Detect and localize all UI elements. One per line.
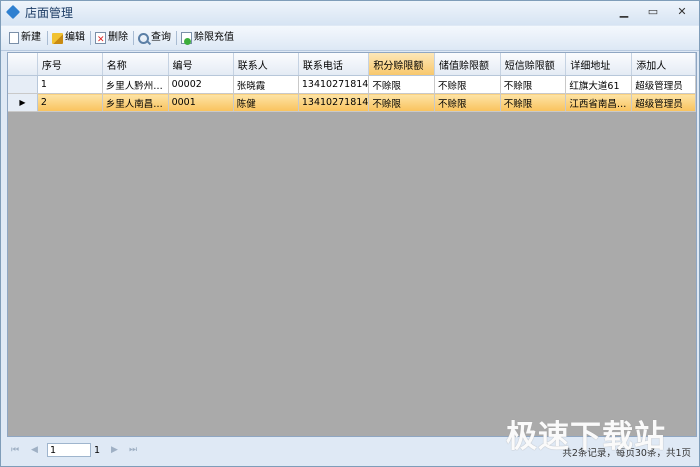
column-header[interactable]: 积分赊限额	[368, 53, 436, 76]
table-cell[interactable]: 不赊限	[434, 93, 501, 112]
row-indicator[interactable]	[8, 75, 38, 94]
table-cell[interactable]: 乡里人黔州…	[102, 75, 169, 94]
table-cell[interactable]: 1	[37, 75, 103, 94]
column-header[interactable]: 储值赊限额	[434, 53, 501, 76]
table-row[interactable]: 1 乡里人黔州… 00002 张晓霞 13410271814 不赊限 不赊限 不…	[8, 75, 696, 94]
delete-icon	[95, 31, 106, 49]
edit-button[interactable]: 编辑	[52, 29, 85, 47]
column-header[interactable]: 详细地址	[565, 53, 633, 76]
table-cell[interactable]: 2	[37, 93, 103, 112]
title-bar: 店面管理 ▁ ▭ ✕	[1, 1, 699, 25]
prev-page-icon[interactable]: ◀	[31, 445, 38, 455]
total-pages: 1	[94, 445, 101, 456]
toolbar-separator	[176, 31, 177, 45]
credit-recharge-button[interactable]: 赊限充值	[181, 29, 234, 47]
new-button[interactable]: 新建	[9, 29, 41, 47]
store-data-grid[interactable]: 序号 名称 编号 联系人 联系电话 积分赊限额 储值赊限额 短信赊限额 详细地址…	[7, 52, 697, 437]
selected-row-arrow-icon[interactable]: ▶	[8, 93, 38, 112]
column-header[interactable]: 联系人	[233, 53, 299, 76]
new-file-icon	[9, 32, 19, 44]
main-window: 店面管理 ▁ ▭ ✕ 新建 编辑 删除 查询 赊限充值	[0, 0, 700, 467]
delete-button[interactable]: 删除	[95, 29, 128, 49]
delete-button-label: 删除	[108, 32, 128, 43]
column-header[interactable]: 联系电话	[298, 53, 370, 76]
column-header[interactable]: 添加人	[631, 53, 696, 76]
table-row-selected[interactable]: ▶ 2 乡里人南昌… 0001 陈健 13410271814 不赊限 不赊限 不…	[8, 93, 696, 112]
recharge-icon	[181, 32, 192, 45]
table-cell[interactable]: 超级管理员	[631, 93, 696, 112]
table-cell[interactable]: 不赊限	[434, 75, 501, 94]
new-button-label: 新建	[21, 32, 41, 43]
table-cell[interactable]: 13410271814	[298, 75, 370, 94]
query-button[interactable]: 查询	[138, 29, 171, 47]
table-cell[interactable]: 13410271814	[298, 93, 370, 112]
search-icon	[138, 32, 149, 44]
minimize-button[interactable]: ▁	[615, 4, 633, 20]
column-header[interactable]: 编号	[168, 53, 234, 76]
header-row: 序号 名称 编号 联系人 联系电话 积分赊限额 储值赊限额 短信赊限额 详细地址…	[8, 53, 696, 76]
last-page-icon[interactable]: ⏭	[129, 445, 137, 455]
column-header[interactable]: 短信赊限额	[500, 53, 567, 76]
table-cell[interactable]: 不赊限	[368, 75, 436, 94]
table-cell[interactable]: 0001	[168, 93, 234, 112]
table-cell[interactable]: 江西省南昌…	[565, 93, 633, 112]
toolbar-separator	[90, 31, 91, 45]
site-watermark: 极速下载站	[506, 419, 666, 455]
row-header-corner	[8, 53, 38, 76]
table-cell[interactable]: 红旗大道61	[565, 75, 633, 94]
app-icon	[5, 4, 21, 20]
pencil-icon	[52, 32, 63, 44]
maximize-button[interactable]: ▭	[644, 4, 662, 20]
query-button-label: 查询	[151, 32, 171, 43]
table-cell[interactable]: 不赊限	[500, 75, 567, 94]
next-page-icon[interactable]: ▶	[111, 445, 118, 455]
column-header[interactable]: 序号	[37, 53, 103, 76]
table-cell[interactable]: 陈健	[233, 93, 299, 112]
toolbar-separator	[133, 31, 134, 45]
window-title: 店面管理	[25, 6, 74, 20]
credit-recharge-label: 赊限充值	[194, 32, 234, 43]
table-cell[interactable]: 不赊限	[368, 93, 436, 112]
store-table: 序号 名称 编号 联系人 联系电话 积分赊限额 储值赊限额 短信赊限额 详细地址…	[8, 53, 696, 112]
column-header[interactable]: 名称	[102, 53, 169, 76]
close-button[interactable]: ✕	[673, 4, 691, 20]
table-cell[interactable]: 张晓霞	[233, 75, 299, 94]
first-page-icon[interactable]: ⏮	[11, 445, 19, 455]
page-number-input[interactable]: 1	[47, 443, 91, 457]
table-cell[interactable]: 00002	[168, 75, 234, 94]
table-cell[interactable]: 不赊限	[500, 93, 567, 112]
toolbar: 新建 编辑 删除 查询 赊限充值	[1, 26, 699, 51]
table-cell[interactable]: 乡里人南昌…	[102, 93, 169, 112]
edit-button-label: 编辑	[65, 32, 85, 43]
toolbar-separator	[47, 31, 48, 45]
table-cell[interactable]: 超级管理员	[631, 75, 696, 94]
